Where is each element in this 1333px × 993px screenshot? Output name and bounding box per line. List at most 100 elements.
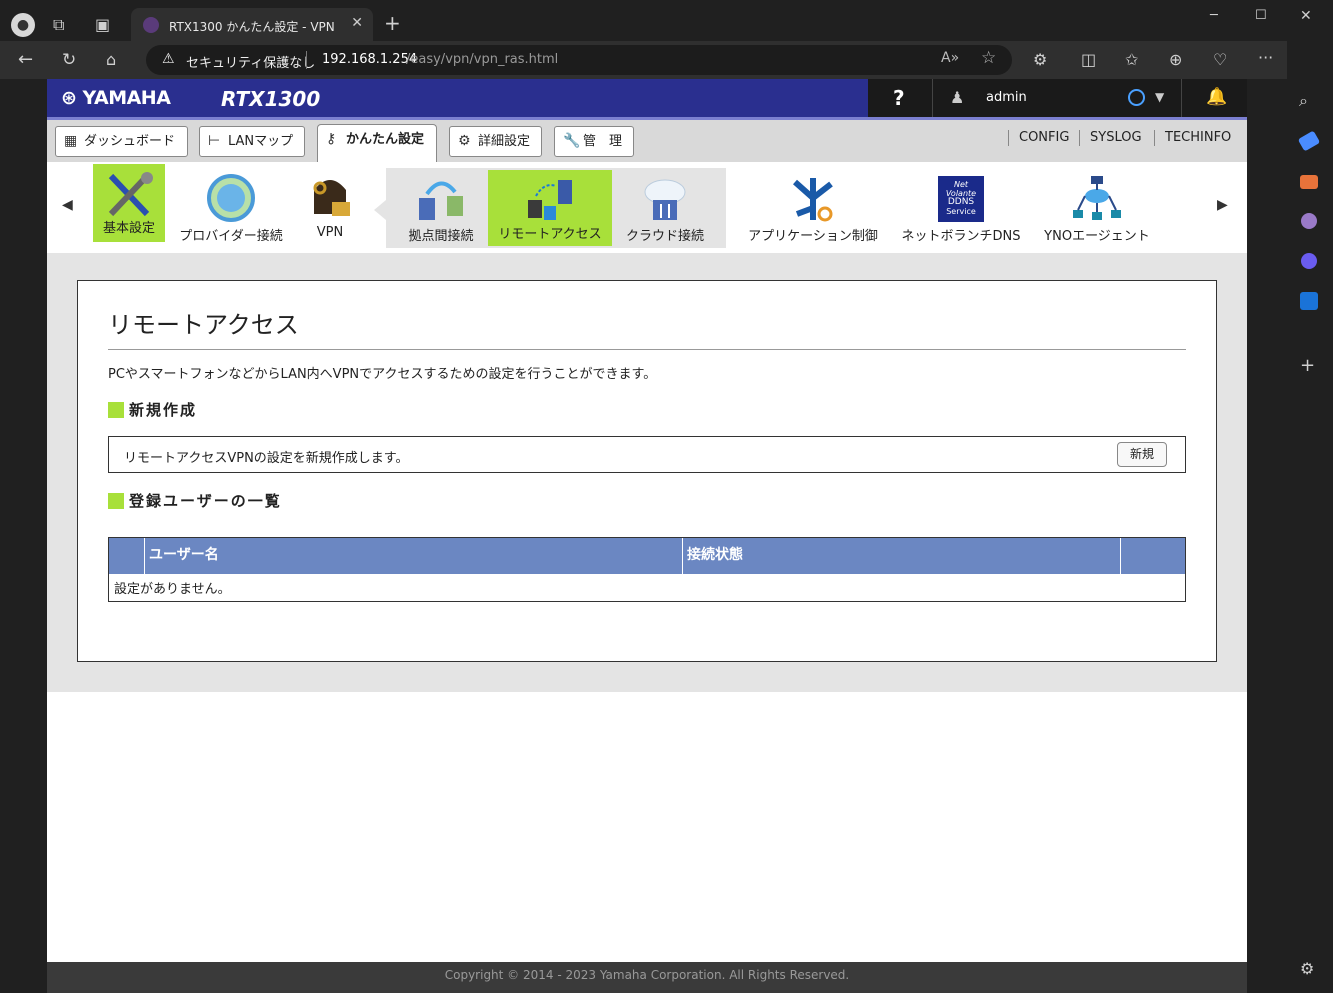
page-title: リモートアクセス [108,311,299,339]
browser-tab-bar: ● ⧉ ▣ RTX1300 かんたん設定 - VPN - リモ ✕ + ─ ☐ … [0,0,1333,44]
browser-tab[interactable]: RTX1300 かんたん設定 - VPN - リモ ✕ [131,8,373,42]
ddns-badge-icon: Net Volante DDNS Service [938,176,984,222]
header-user-area: ? ♟ admin ▼ 🔔 [868,79,1247,119]
m365-icon[interactable] [1301,253,1317,269]
section-marker-icon [108,402,124,418]
workspaces-icon[interactable]: ⧉ [53,15,64,35]
column-header-username[interactable]: ユーザー名 [145,538,683,574]
menu-basic-settings[interactable]: 基本設定 [93,164,165,242]
minimize-icon[interactable]: ─ [1210,6,1218,26]
nav-dashboard-button[interactable]: ▦ ダッシュボード [55,126,188,157]
menu-remote-access[interactable]: リモートアクセス [488,170,612,246]
sidebar-settings-icon[interactable]: ⚙ [1300,959,1314,979]
address-bar-row: ← ↻ ⌂ ⚠ セキュリティ保護なし 192.168.1.254 /easy/v… [0,41,1333,79]
nav-admin-label: 管 理 [583,134,623,149]
user-menu-chevron-icon[interactable]: ▼ [1155,90,1164,104]
empty-table-message: 設定がありません。 [114,582,231,597]
favorites-icon[interactable]: ✩ [1125,50,1138,70]
search-icon[interactable]: ⌕ [1299,91,1308,111]
outlook-icon[interactable] [1300,292,1318,310]
menu-yno-agent[interactable]: YNOエージェント [1037,168,1157,248]
security-label[interactable]: セキュリティ保護なし [186,52,315,71]
menu-app-control[interactable]: アプリケーション制御 [741,168,885,248]
nav-advanced-button[interactable]: ⚙ 詳細設定 [449,126,542,157]
yamaha-logo: ⊛ YAMAHA [61,87,171,109]
status-ring-icon [1128,89,1145,106]
key-icon: ⚷ [326,131,337,147]
maximize-icon[interactable]: ☐ [1255,6,1267,26]
menu-app-control-label: アプリケーション制御 [748,229,878,244]
new-create-text: リモートアクセスVPNの設定を新規作成します。 [124,451,409,466]
content-area: リモートアクセス PCやスマートフォンなどからLAN内へVPNでアクセスするため… [47,253,1247,692]
close-window-icon[interactable]: ✕ [1300,6,1312,26]
new-section-heading: 新規作成 [108,399,197,420]
new-section-label: 新規作成 [129,401,198,419]
link-separator [1079,130,1080,146]
menu-vpn[interactable]: VPN [295,168,365,248]
lanmap-icon: ⊢ [208,133,221,149]
home-icon[interactable]: ⌂ [106,50,116,70]
nav-easy-setup-button[interactable]: ⚷ かんたん設定 [317,124,437,162]
gear-icon: ⚙ [458,133,471,149]
main-nav: ▦ ダッシュボード ⊢ LANマップ ⚷ かんたん設定 ⚙ 詳細設定 🔧 管 理 CONF… [47,120,1247,162]
site-to-site-icon [415,174,467,224]
performance-icon[interactable]: ♡ [1213,50,1227,70]
techinfo-link[interactable]: TECHINFO [1165,130,1231,145]
menu-remote-access-label: リモートアクセス [498,227,602,242]
submenu-pointer [374,200,386,220]
new-button[interactable]: 新規 [1117,442,1167,467]
page-description: PCやスマートフォンなどからLAN内へVPNでアクセスするための設定を行うことが… [108,367,657,382]
window-right-gutter [1247,79,1287,993]
globe-icon [205,174,257,224]
menu-site-to-site[interactable]: 拠点間接続 [399,168,483,248]
link-separator [1154,130,1155,146]
shopping-icon[interactable] [1297,130,1321,152]
notification-bell-icon[interactable]: 🔔 [1206,87,1227,107]
address-field[interactable]: ⚠ セキュリティ保護なし 192.168.1.254 /easy/vpn/vpn… [146,45,1012,75]
tab-actions-icon[interactable]: ▣ [95,15,110,35]
split-screen-icon[interactable]: ◫ [1081,50,1096,70]
config-link[interactable]: CONFIG [1019,130,1069,145]
tools-crossed-icon [103,170,155,220]
collections-icon[interactable]: ⊕ [1169,50,1182,70]
new-tab-icon[interactable]: + [384,13,401,33]
extensions-icon[interactable]: ⚙ [1033,50,1047,70]
menu-netvolante-dns-label: ネットボランチDNS [901,229,1021,244]
menu-provider-label: プロバイダー接続 [179,229,283,244]
nav-admin-button[interactable]: 🔧 管 理 [554,126,634,157]
ddns-badge-service: Service [946,207,976,216]
section-marker-icon [108,493,124,509]
more-icon[interactable]: ··· [1258,48,1273,68]
games-icon[interactable] [1301,213,1317,229]
back-icon[interactable]: ← [18,50,33,70]
profile-icon[interactable]: ● [11,13,35,37]
scroll-left-icon[interactable]: ◀ [62,197,73,213]
help-button[interactable]: ? [893,86,905,110]
favorite-star-icon[interactable]: ☆ [981,48,996,68]
refresh-icon[interactable]: ↻ [62,50,76,70]
tools-icon[interactable] [1300,175,1318,189]
remote-access-icon [524,176,576,226]
menu-cloud[interactable]: クラウド接続 [617,168,713,248]
menu-vpn-label: VPN [316,225,344,240]
menu-site-to-site-label: 拠点間接続 [408,229,474,244]
wrench-icon: 🔧 [563,133,581,149]
column-header-select [109,538,145,574]
menu-netvolante-dns[interactable]: Net Volante DDNS Service ネットボランチDNS [895,168,1027,248]
user-list-label: 登録ユーザーの一覧 [129,492,282,510]
menu-provider[interactable]: プロバイダー接続 [171,168,291,248]
copyright-footer: Copyright © 2014 - 2023 Yamaha Corporati… [47,962,1247,993]
scroll-right-icon[interactable]: ▶ [1217,197,1228,213]
close-tab-icon[interactable]: ✕ [351,15,363,31]
menu-yno-agent-label: YNOエージェント [1044,229,1150,244]
menu-cloud-label: クラウド接続 [625,229,704,244]
read-aloud-icon[interactable]: A» [941,50,959,66]
menu-basic-settings-label: 基本設定 [102,221,155,236]
syslog-link[interactable]: SYSLOG [1090,130,1142,145]
nav-lanmap-button[interactable]: ⊢ LANマップ [199,126,305,157]
app-control-icon [787,174,839,224]
column-header-status[interactable]: 接続状態 [683,538,1121,574]
vpn-lock-icon [304,174,356,224]
add-sidebar-icon[interactable]: + [1300,356,1315,376]
cloud-icon [639,174,691,224]
